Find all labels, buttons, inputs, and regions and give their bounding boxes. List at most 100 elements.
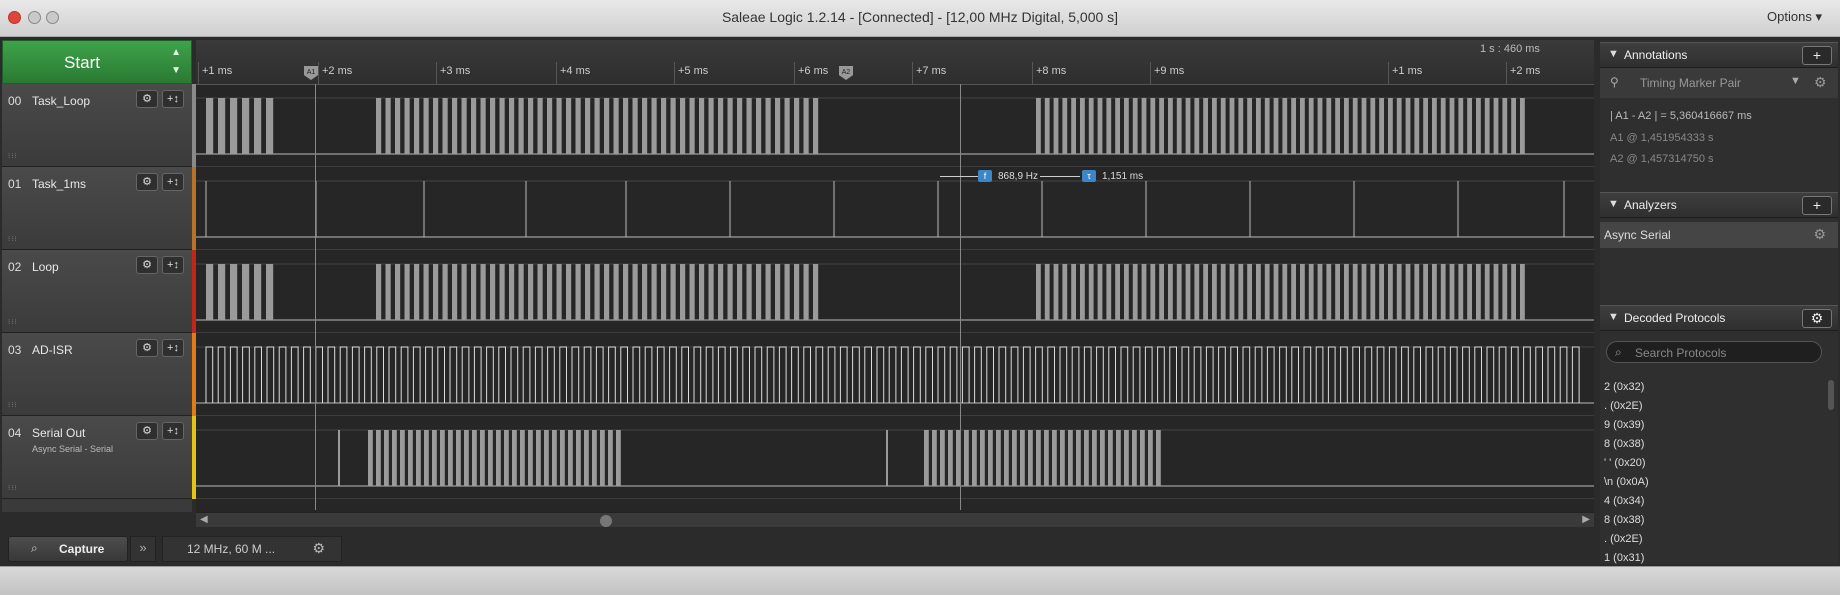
trigger-icon[interactable]: +↕ <box>162 422 184 440</box>
search-protocols-box[interactable]: ⌕ <box>1606 341 1822 363</box>
ruler-tick-label: +5 ms <box>678 65 709 77</box>
gear-icon[interactable]: ⚙ <box>1813 226 1826 243</box>
drag-handle-icon[interactable]: ⁝⁝⁝ <box>8 318 18 326</box>
ruler-tick-label: +4 ms <box>560 65 591 77</box>
channel-name[interactable]: Loop <box>32 260 59 274</box>
ruler-tick-label: +2 ms <box>322 65 353 77</box>
marker-a1[interactable]: A1 <box>304 66 318 80</box>
ruler-tick-label: +7 ms <box>916 65 947 77</box>
gear-icon[interactable]: ⚙ <box>136 173 158 191</box>
ruler-tick-line <box>1388 62 1389 84</box>
gear-icon[interactable]: ⚙ <box>136 339 158 357</box>
channel-row[interactable]: 01 Task_1ms ⚙ +↕ ⁝⁝⁝ <box>2 167 196 250</box>
channel-waveform[interactable] <box>196 84 1594 167</box>
chevron-down-icon[interactable]: ▼ <box>1790 75 1801 87</box>
timing-marker-pair-row[interactable]: ⚲ Timing Marker Pair ▼ ⚙ <box>1600 68 1838 98</box>
channel-name[interactable]: Serial Out <box>32 426 85 440</box>
drag-handle-icon[interactable]: ⁝⁝⁝ <box>8 235 18 243</box>
ruler-tick-label: +1 ms <box>1392 65 1423 77</box>
scroll-left-icon[interactable]: ◀ <box>200 514 208 525</box>
decoded-item[interactable]: 4 (0x34) <box>1600 492 1826 511</box>
decoded-scrollbar[interactable] <box>1828 380 1834 410</box>
marker-difference: | A1 - A2 | = 5,360416667 ms <box>1610 110 1752 122</box>
trigger-icon[interactable]: +↕ <box>162 90 184 108</box>
ruler-tick-label: +1 ms <box>202 65 233 77</box>
channel-name[interactable]: Task_Loop <box>32 94 90 108</box>
decoded-protocols-header[interactable]: ▼ Decoded Protocols ⚙ <box>1600 305 1838 331</box>
channel-number: 04 <box>8 426 22 440</box>
time-ruler[interactable]: 1 s : 460 ms +1 ms +2 ms +3 ms +4 ms +5 ms +6… <box>196 40 1594 85</box>
decoded-item[interactable]: 2 (0x32) <box>1600 378 1826 397</box>
ruler-time-label: 1 s : 460 ms <box>1480 43 1540 55</box>
decoded-item[interactable]: 8 (0x38) <box>1600 435 1826 454</box>
channel-name[interactable]: AD-ISR <box>32 343 73 357</box>
horizontal-scrollbar[interactable]: ◀ ▶ <box>196 512 1594 527</box>
decoded-item[interactable]: 9 (0x39) <box>1600 416 1826 435</box>
capture-tab[interactable]: ⌕ Capture <box>8 536 128 562</box>
gear-icon[interactable]: ⚙ <box>1814 74 1827 91</box>
ruler-tick-label: +9 ms <box>1154 65 1185 77</box>
channel-row[interactable]: 04 Serial Out Async Serial - Serial ⚙ +↕… <box>2 416 196 499</box>
start-options-down-icon[interactable]: ▼ <box>171 65 181 76</box>
scroll-right-icon[interactable]: ▶ <box>1582 514 1590 525</box>
collapse-triangle-icon[interactable]: ▼ <box>1608 198 1619 210</box>
ruler-tick-line <box>1150 62 1151 84</box>
channel-analyzer-label: Async Serial - Serial <box>32 444 114 454</box>
trigger-icon[interactable]: +↕ <box>162 339 184 357</box>
channel-waveform[interactable] <box>196 167 1594 250</box>
ruler-tick-line <box>912 62 913 84</box>
expand-tabs-icon[interactable]: » <box>130 536 156 562</box>
ruler-tick-line <box>556 62 557 84</box>
channel-name[interactable]: Task_1ms <box>32 177 86 191</box>
analyzers-header[interactable]: ▼ Analyzers + <box>1600 192 1838 218</box>
decoded-item[interactable]: 8 (0x38) <box>1600 511 1826 530</box>
gear-icon[interactable]: ⚙ <box>136 422 158 440</box>
analyzer-row[interactable]: Async Serial ⚙ <box>1600 222 1838 248</box>
ruler-tick-label: +3 ms <box>440 65 471 77</box>
scroll-thumb[interactable] <box>600 515 612 527</box>
channel-row[interactable]: 02 Loop ⚙ +↕ ⁝⁝⁝ <box>2 250 196 333</box>
marker-a2[interactable]: A2 <box>839 66 853 80</box>
measure-line-right <box>1040 176 1080 177</box>
channel-waveform[interactable] <box>196 416 1594 499</box>
marker-difference-text: | A1 - A2 | = 5,360416667 ms <box>1610 110 1752 122</box>
ruler-tick-line <box>436 62 437 84</box>
analyzers-title: Analyzers <box>1624 198 1677 212</box>
decoded-item[interactable]: . (0x2E) <box>1600 530 1826 549</box>
decoded-item[interactable]: ' ' (0x20) <box>1600 454 1826 473</box>
drag-handle-icon[interactable]: ⁝⁝⁝ <box>8 152 18 160</box>
gear-icon[interactable]: ⚙ <box>312 540 325 557</box>
decoded-item[interactable]: . (0x2E) <box>1600 397 1826 416</box>
channel-row[interactable]: 03 AD-ISR ⚙ +↕ ⁝⁝⁝ <box>2 333 196 416</box>
title-bar: Saleae Logic 1.2.14 - [Connected] - [12,… <box>0 0 1840 37</box>
channel-waveform[interactable] <box>196 333 1594 416</box>
channel-row[interactable]: 00 Task_Loop ⚙ +↕ ⁝⁝⁝ <box>2 84 196 167</box>
trigger-icon[interactable]: +↕ <box>162 256 184 274</box>
decoded-item[interactable]: \n (0x0A) <box>1600 473 1826 492</box>
marker-a2-line <box>960 84 961 510</box>
add-annotation-button[interactable]: + <box>1802 46 1832 65</box>
ruler-tick-line <box>794 62 795 84</box>
gear-icon[interactable]: ⚙ <box>136 256 158 274</box>
options-menu[interactable]: Options ▾ <box>1767 9 1822 25</box>
collapse-triangle-icon[interactable]: ▼ <box>1608 48 1619 60</box>
annotations-header[interactable]: ▼ Annotations + <box>1600 42 1838 68</box>
search-input[interactable] <box>1633 344 1817 362</box>
capture-tab-label: Capture <box>59 542 105 556</box>
drag-handle-icon[interactable]: ⁝⁝⁝ <box>8 484 18 492</box>
pin-icon: ⚲ <box>1610 75 1619 89</box>
decoded-item[interactable]: 1 (0x31) <box>1600 549 1826 564</box>
ruler-tick-line <box>674 62 675 84</box>
start-button[interactable]: Start ▲ ▼ <box>2 40 192 84</box>
capture-settings-tab[interactable]: 12 MHz, 60 M ... ⚙ <box>162 536 342 562</box>
channel-waveform[interactable] <box>196 250 1594 333</box>
trigger-icon[interactable]: +↕ <box>162 173 184 191</box>
start-options-up-icon[interactable]: ▲ <box>171 47 181 58</box>
gear-icon[interactable]: ⚙ <box>136 90 158 108</box>
waveform-svg <box>196 180 1594 238</box>
ruler-tick-label: +8 ms <box>1036 65 1067 77</box>
collapse-triangle-icon[interactable]: ▼ <box>1608 311 1619 323</box>
decoded-settings-button[interactable]: ⚙ <box>1802 309 1832 328</box>
drag-handle-icon[interactable]: ⁝⁝⁝ <box>8 401 18 409</box>
add-analyzer-button[interactable]: + <box>1802 196 1832 215</box>
